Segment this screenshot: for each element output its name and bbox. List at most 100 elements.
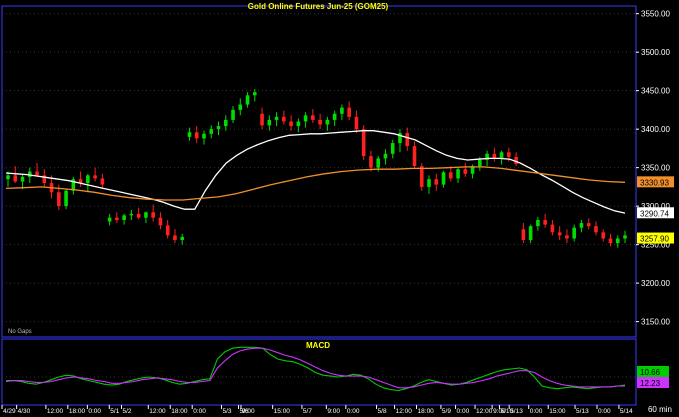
time-tick-label: 12:00 (47, 408, 64, 415)
candle-body (492, 153, 497, 159)
candle-body (434, 179, 439, 185)
time-tick-label: 0:00 (347, 408, 360, 415)
candle-body (507, 152, 511, 157)
price-tick-label: 3200.00 (641, 279, 670, 288)
candle-body (601, 232, 606, 239)
candle-body (289, 121, 293, 127)
time-tick-label: 5/3 (222, 408, 231, 415)
candle-body (565, 235, 569, 239)
time-tick-label: 12:00 (476, 408, 493, 415)
candle-body (238, 104, 243, 110)
candle-body (347, 107, 351, 117)
candle-body (543, 219, 547, 225)
candle-body (369, 156, 373, 168)
time-tick-label: 0:00 (530, 408, 543, 415)
time-tick-label: 5/1 (110, 408, 119, 415)
last-value-text: 3330.93 (640, 178, 669, 187)
candle-body (572, 227, 576, 239)
candle-body (107, 217, 112, 222)
candle-body (187, 132, 192, 137)
time-tick-label: 5/13 (576, 408, 589, 415)
candle-body (136, 213, 141, 218)
price-tick-label: 3150.00 (641, 318, 670, 327)
candle-body (405, 133, 410, 147)
chart-title: Gold Online Futures Jun-25 (GOM25) (248, 2, 389, 11)
candle-body (550, 224, 555, 233)
price-last-value-tags: 3330.93 3290.74 3257.90 (637, 176, 674, 244)
candle-body (557, 232, 562, 236)
candle-body (383, 153, 388, 159)
time-tick-label: 9:00 (242, 408, 255, 415)
time-tick-label: 0:00 (598, 408, 611, 415)
candle-body (521, 229, 526, 241)
price-tick-label: 3550.00 (641, 10, 670, 19)
candle-body (180, 236, 185, 241)
candle-body (209, 129, 214, 134)
macd-value-text: 12.23 (640, 379, 661, 388)
candle-body (514, 156, 518, 164)
candle-body (296, 121, 301, 127)
time-tick-label: 4/30 (18, 408, 31, 415)
time-tick-label: 5/13 (510, 408, 523, 415)
candle-body (441, 172, 446, 185)
candle-body (594, 226, 598, 233)
time-tick-label: 0:00 (457, 408, 470, 415)
candle-body (57, 192, 61, 207)
candle-body (93, 175, 97, 179)
candle-body (463, 169, 468, 174)
time-tick-label: 5/7 (303, 408, 312, 415)
time-tick-label: 5/14 (620, 408, 633, 415)
candle-body (274, 116, 279, 120)
candle-body (586, 223, 591, 227)
candle-body (100, 178, 105, 185)
macd-last-value-tags: 10.66 12.23 (637, 366, 669, 388)
time-tick-label: 12:00 (149, 408, 166, 415)
candle-body (615, 238, 620, 244)
time-tick-label: 15:00 (549, 408, 566, 415)
candle-body (311, 115, 315, 120)
candle-body (412, 146, 417, 167)
time-tick-label: 5/9 (442, 408, 451, 415)
candle-body (478, 159, 482, 167)
candle-body (427, 179, 431, 187)
last-value-text: 3290.74 (640, 209, 669, 218)
price-tick-label: 3500.00 (641, 48, 670, 57)
candle-body (267, 119, 272, 126)
time-tick-label: 4/29 (3, 408, 16, 415)
candle-body (623, 235, 627, 239)
candle-body (165, 225, 170, 236)
candle-body (499, 152, 504, 159)
candle-body (216, 126, 221, 130)
candle-body (202, 133, 206, 139)
candle-body (260, 113, 264, 126)
candle-body (158, 217, 163, 226)
candle-body (536, 219, 540, 227)
time-tick-label: 18:00 (171, 408, 188, 415)
last-value-text: 3257.90 (640, 235, 669, 244)
candle-body (13, 175, 18, 182)
time-tick-label: 9:00 (327, 408, 340, 415)
candle-body (20, 176, 25, 182)
candle-body (35, 171, 39, 176)
period-label: 60 min (648, 405, 672, 414)
time-tick-label: 5/2 (122, 408, 131, 415)
macd-value-text: 10.66 (640, 368, 661, 377)
candle-body (245, 95, 250, 105)
candle-body (608, 238, 613, 244)
candle-body (332, 113, 337, 120)
candle-body (64, 190, 68, 207)
candle-body (122, 215, 126, 220)
time-tick-label: 0:00 (88, 408, 101, 415)
price-tick-label: 3350.00 (641, 164, 670, 173)
no-gaps-note: No Gaps (8, 329, 32, 335)
time-tick-label: 0:00 (193, 408, 206, 415)
candle-body (390, 143, 395, 154)
candle-body (173, 235, 177, 241)
candle-body (231, 109, 235, 120)
candle-body (151, 212, 155, 218)
candle-body (325, 119, 330, 125)
candle-body (194, 132, 199, 139)
price-tick-label: 3450.00 (641, 87, 670, 96)
candle-body (361, 129, 366, 157)
candle-body (223, 119, 228, 127)
